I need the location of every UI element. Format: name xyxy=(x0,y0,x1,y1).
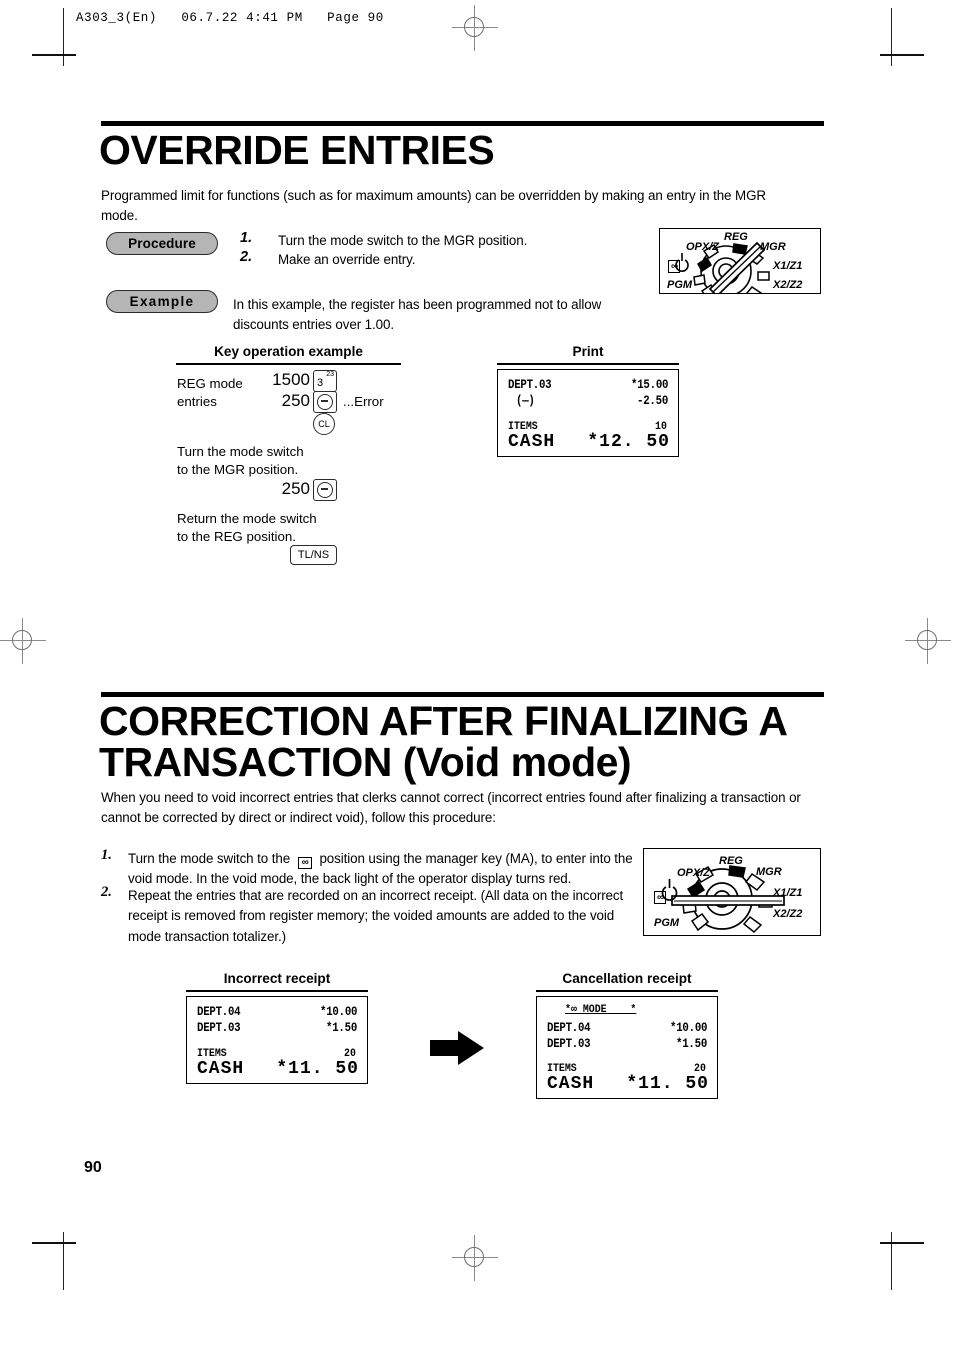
transform-arrow xyxy=(430,1030,486,1071)
incorrect-receipt-caption: Incorrect receipt xyxy=(223,971,331,986)
section1-top-rule xyxy=(101,121,824,126)
key-ops-note2-line1: Return the mode switch xyxy=(177,511,317,526)
section2-title-line2: TRANSACTION (Void mode) xyxy=(99,739,632,785)
page-number: 90 xyxy=(84,1159,102,1176)
key-operation-caption-rule xyxy=(176,363,401,365)
cancellation-receipt: *∞ MODE * DEPT.04 *10.00 DEPT.03 *1.50 I… xyxy=(536,996,718,1099)
key-ops-line2-label: entries xyxy=(177,394,217,409)
section1-example-text: In this example, the register has been p… xyxy=(233,297,602,333)
discount-minus-key-2[interactable] xyxy=(313,479,337,501)
cancellation-receipt-row-1-label: DEPT.03 xyxy=(547,1037,591,1051)
dial2-label-pgm: PGM xyxy=(654,917,680,929)
incorrect-receipt: DEPT.04 *10.00 DEPT.03 *1.50 ITEMS 20 CA… xyxy=(186,996,368,1084)
key-ops-entry1-amount: 1500 xyxy=(272,370,310,389)
discount-minus-key-1[interactable] xyxy=(313,391,337,413)
procedure-badge: Procedure xyxy=(106,232,218,255)
section2-step-2-number: 2. xyxy=(101,884,112,900)
cancellation-receipt-cash-label: CASH xyxy=(547,1074,595,1094)
key-ops-error-note: ...Error xyxy=(343,394,384,409)
cancellation-receipt-header: *∞ MODE * xyxy=(565,1004,637,1016)
section2-intro: When you need to void incorrect entries … xyxy=(101,790,801,826)
incorrect-receipt-cash-value: *11. 50 xyxy=(276,1059,359,1079)
department-3-key[interactable]: 3 23 xyxy=(313,370,337,392)
minus-circle-icon xyxy=(317,482,333,498)
section2-title-line1: CORRECTION AFTER FINALIZING A xyxy=(99,698,788,744)
key-ops-entry3-amount: 250 xyxy=(281,479,310,498)
print-receipt-cash-value: *12. 50 xyxy=(587,432,670,452)
section2-top-rule xyxy=(101,692,824,697)
dial2-void-icon: ∞ xyxy=(654,891,667,904)
cancellation-receipt-row-0-value: *10.00 xyxy=(669,1021,707,1035)
print-caption: Print xyxy=(572,344,604,359)
section1-title: OVERRIDE ENTRIES xyxy=(99,127,495,173)
cancellation-receipt-caption: Cancellation receipt xyxy=(562,971,692,986)
department-3-key-label: 3 xyxy=(317,377,324,389)
key-ops-note1-line2: to the MGR position. xyxy=(177,462,299,477)
print-receipt: DEPT.03 *15.00 (—) -2.50 ITEMS 10 CASH *… xyxy=(497,369,679,457)
section2-step-1-text-before: Turn the mode switch to the xyxy=(128,851,291,866)
section1-intro: Programmed limit for functions (such as … xyxy=(101,188,766,224)
print-receipt-row-1-value: -2.50 xyxy=(637,394,668,408)
page-content: OVERRIDE ENTRIES Programmed limit for fu… xyxy=(0,0,954,1351)
dial1-label-x1z1: X1/Z1 xyxy=(773,260,803,272)
dial2-label-x1z1: X1/Z1 xyxy=(773,887,803,899)
mode-dial-diagram-2: OPX/Z REG MGR X1/Z1 X2/Z2 PGM ∞ xyxy=(643,848,821,936)
cancellation-receipt-cash-value: *11. 50 xyxy=(626,1074,709,1094)
key-ops-entry2-amount: 250 xyxy=(281,391,310,410)
incorrect-receipt-row-1-value: *1.50 xyxy=(326,1021,357,1035)
dial1-label-x2z2: X2/Z2 xyxy=(773,279,803,291)
mode-dial-diagram-1: OPX/Z REG MGR X1/Z1 X2/Z2 PGM ∞ xyxy=(659,228,821,300)
section2-step-2-text: Repeat the entries that are recorded on … xyxy=(128,888,624,944)
dial1-label-pgm: PGM xyxy=(667,279,693,291)
section1-step-2-text: Make an override entry. xyxy=(278,252,416,267)
print-receipt-row-0-label: DEPT.03 xyxy=(508,378,552,392)
section1-step-1-text: Turn the mode switch to the MGR position… xyxy=(278,233,528,248)
dial2-label-reg: REG xyxy=(719,855,743,867)
print-receipt-row-1-label: (—) xyxy=(516,394,535,408)
print-receipt-row-0-value: *15.00 xyxy=(630,378,668,392)
dial2-label-opxz: OPX/Z xyxy=(677,867,711,879)
clear-key[interactable]: CL xyxy=(313,413,335,435)
section1-step-1-number: 1. xyxy=(240,230,253,246)
section2-step-1-text: Turn the mode switch to the ∞ position u… xyxy=(128,849,638,890)
key-ops-note1-line1: Turn the mode switch xyxy=(177,444,304,459)
incorrect-receipt-row-0-value: *10.00 xyxy=(319,1005,357,1019)
dial1-void-icon: ∞ xyxy=(668,260,681,273)
section2-step-1-number: 1. xyxy=(101,847,112,863)
minus-circle-icon xyxy=(317,394,333,410)
print-receipt-cash-label: CASH xyxy=(508,432,556,452)
cancellation-receipt-row-0-label: DEPT.04 xyxy=(547,1021,591,1035)
incorrect-receipt-row-0-label: DEPT.04 xyxy=(197,1005,241,1019)
dial1-label-reg: REG xyxy=(724,231,748,243)
dial2-label-mgr: MGR xyxy=(756,866,782,878)
incorrect-receipt-row-1-label: DEPT.03 xyxy=(197,1021,241,1035)
void-mode-icon: ∞ xyxy=(297,857,312,869)
incorrect-receipt-cash-label: CASH xyxy=(197,1059,245,1079)
print-caption-rule xyxy=(497,363,679,365)
dial2-label-x2z2: X2/Z2 xyxy=(773,908,803,920)
dial1-label-opxz: OPX/Z xyxy=(686,241,720,253)
key-ops-note2-line2: to the REG position. xyxy=(177,529,296,544)
cancellation-receipt-row-1-value: *1.50 xyxy=(676,1037,707,1051)
right-arrow-icon xyxy=(430,1031,484,1065)
example-badge: Example xyxy=(106,290,218,313)
dial1-label-mgr: MGR xyxy=(760,241,786,253)
cancellation-receipt-caption-rule xyxy=(536,990,718,992)
section1-step-2-number: 2. xyxy=(240,249,253,265)
department-3-key-superscript: 23 xyxy=(326,371,334,378)
incorrect-receipt-caption-rule xyxy=(186,990,368,992)
key-operation-caption: Key operation example xyxy=(214,344,363,359)
total-tl-ns-key[interactable]: TL/NS xyxy=(290,545,337,565)
